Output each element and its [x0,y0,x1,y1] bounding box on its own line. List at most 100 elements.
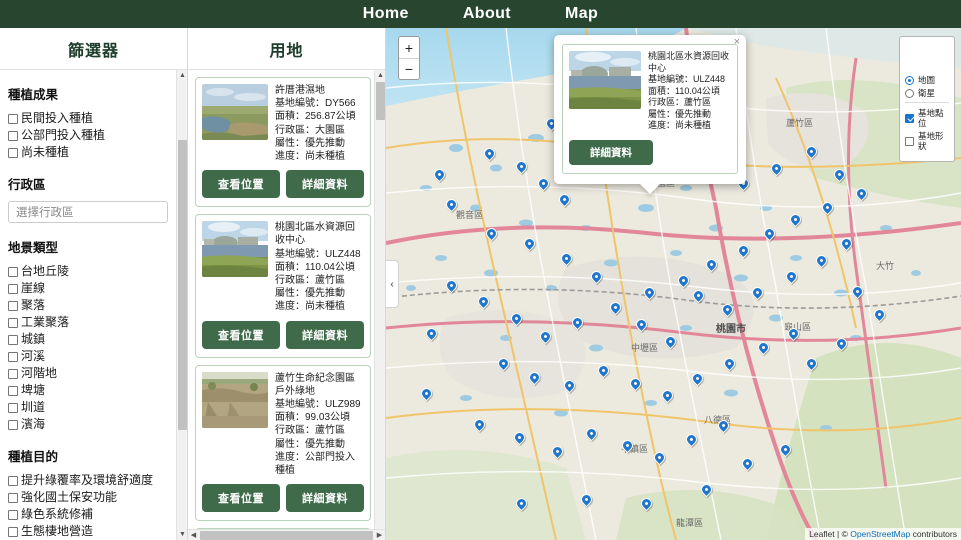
checkbox-icon[interactable] [8,130,18,141]
checkbox-icon[interactable] [8,385,18,396]
scroll-down-icon[interactable]: ▼ [177,529,187,540]
checkbox-icon[interactable] [8,334,18,345]
land-card-attribute: 優先推動 [305,438,345,450]
checkbox-icon[interactable] [8,283,18,294]
checkbox-icon[interactable] [905,136,914,146]
popup-area-label: 面積 [648,85,667,96]
zoom-in-button[interactable]: + [399,37,419,58]
filter-checkbox-pond[interactable]: 埤塘 [8,383,177,398]
filter-option-label: 城鎮 [21,332,46,346]
filter-checkbox-green-system-repair[interactable]: 綠色系統修補 [8,507,177,522]
filter-checkbox-cliff-line[interactable]: 崖線 [8,281,177,296]
openstreetmap-link[interactable]: OpenStreetMap [850,529,910,539]
map-container[interactable]: 大園區 大竹 桃園市 龜山區 中壢區 八德區 平鎮區 蘆竹區 觀音區 龍潭區 +… [386,28,961,540]
checkbox-icon[interactable] [8,300,18,311]
land-card-district: 蘆竹區 [315,275,345,287]
checkbox-icon[interactable] [8,266,18,277]
filter-checkbox-public-planting[interactable]: 公部門投入種植 [8,128,177,143]
district-select[interactable]: 選擇行政區 [8,201,168,223]
map-zoom-control[interactable]: + − [398,36,420,80]
checkbox-icon[interactable] [8,351,18,362]
land-card[interactable]: 許厝港濕地 基地編號：DY566 面積：256.87公頃 行政區：大園區 屬性：… [195,77,371,208]
checkbox-icon[interactable] [8,113,18,124]
checkbox-icon[interactable] [905,113,914,123]
land-card-actions: 查看位置 詳細資料 [202,484,364,513]
map-label: 龍潭區 [676,518,704,528]
scrollbar-thumb[interactable] [376,82,385,120]
nav-link-about[interactable]: About [463,0,511,28]
popup-attribute-label: 屬性 [648,108,667,119]
filter-panel: 篩選器 種植成果 民間投入種植 公部門投入種植 尚未種植 行政區 選擇行政區 地… [0,28,188,540]
view-location-button[interactable]: 查看位置 [202,170,280,199]
checkbox-icon[interactable] [8,509,18,520]
layer-control-divider [905,102,949,103]
panel-collapse-handle[interactable]: ‹ [386,260,399,308]
scrollbar-thumb[interactable] [200,531,373,540]
view-location-button[interactable]: 查看位置 [202,484,280,513]
land-card-area-label: 面積 [275,261,295,273]
basemap-radio-satellite[interactable]: 衛星 [905,88,949,98]
view-detail-button[interactable]: 詳細資料 [286,484,364,513]
checkbox-icon[interactable] [8,419,18,430]
land-list-horizontal-scrollbar[interactable]: ◀ ▶ [188,529,385,540]
radio-icon[interactable] [905,75,914,85]
overlay-checkbox-site-shapes[interactable]: 基地形狀 [905,131,949,151]
scroll-up-icon[interactable]: ▲ [177,70,187,81]
filter-panel-scrollbar[interactable]: ▲ ▼ [176,70,187,540]
scroll-up-icon[interactable]: ▲ [375,70,385,81]
filter-checkbox-canal[interactable]: 圳道 [8,400,177,415]
view-detail-button[interactable]: 詳細資料 [286,320,364,349]
checkbox-icon[interactable] [8,147,18,158]
filter-option-label: 綠色系統修補 [21,507,94,521]
land-card-name: 蘆竹生命紀念園區戶外綠地 [275,372,355,397]
filter-checkbox-coastal[interactable]: 濱海 [8,417,177,432]
top-navbar: Home About Map [0,0,961,28]
view-location-button[interactable]: 查看位置 [202,320,280,349]
filter-checkbox-industrial-settlement[interactable]: 工業聚落 [8,315,177,330]
checkbox-icon[interactable] [8,368,18,379]
checkbox-icon[interactable] [8,526,18,537]
land-card-area-label: 面積 [275,412,295,424]
filter-checkbox-not-planted[interactable]: 尚未種植 [8,145,177,160]
scroll-right-icon[interactable]: ▶ [374,530,385,540]
zoom-out-button[interactable]: − [399,58,419,79]
land-list-scrollbar[interactable]: ▲ ▼ [374,70,385,540]
overlay-label: 基地點位 [918,108,944,128]
filter-group-title-planting-result: 種植成果 [8,88,59,102]
basemap-radio-map[interactable]: 地圖 [905,75,949,85]
land-card[interactable]: 蘆竹生命紀念園區戶外綠地 基地編號：ULZ989 面積：99.03公頃 行政區：… [195,364,371,522]
checkbox-icon[interactable] [8,492,18,503]
land-card-name: 許厝港濕地 [275,85,325,96]
filter-checkbox-town[interactable]: 城鎮 [8,332,177,347]
nav-link-home[interactable]: Home [363,0,409,28]
map-popup[interactable]: × 桃園北區水資源回收中心 基地編號：ULZ448 面積：110.04公頃 行政… [554,35,746,184]
checkbox-icon[interactable] [8,317,18,328]
filter-checkbox-private-planting[interactable]: 民間投入種植 [8,111,177,126]
nav-link-map[interactable]: Map [565,0,598,28]
filter-group-title-district: 行政區 [8,178,46,192]
checkbox-icon[interactable] [8,402,18,413]
filter-checkbox-terrace-hill[interactable]: 台地丘陵 [8,264,177,279]
filter-checkbox-habitat-creation[interactable]: 生態棲地營造 [8,524,177,539]
popup-detail-button[interactable]: 詳細資料 [569,139,653,165]
close-icon[interactable]: × [734,37,740,48]
filter-checkbox-river-terrace[interactable]: 河階地 [8,366,177,381]
land-card[interactable]: 桃園北區水資源回收中心 基地編號：ULZ448 面積：110.04公頃 行政區：… [195,214,371,358]
filter-checkbox-green-coverage[interactable]: 提升綠覆率及環境舒適度 [8,473,177,488]
map-popup-inner: 桃園北區水資源回收中心 基地編號：ULZ448 面積：110.04公頃 行政區：… [562,44,738,174]
filter-checkbox-river-stream[interactable]: 河溪 [8,349,177,364]
view-detail-button[interactable]: 詳細資料 [286,170,364,199]
filter-option-label: 聚落 [21,298,46,312]
land-card-progress-label: 進度 [275,451,295,463]
map-layer-control[interactable]: 地圖 衛星 基地點位 基地形狀 [899,36,955,162]
scroll-left-icon[interactable]: ◀ [188,530,199,540]
filter-option-label: 生態棲地營造 [21,524,94,538]
overlay-checkbox-site-points[interactable]: 基地點位 [905,108,949,128]
radio-icon[interactable] [905,88,914,98]
checkbox-icon[interactable] [8,475,18,486]
popup-district: 蘆竹區 [684,97,712,107]
land-card-district-label: 行政區 [275,124,305,136]
filter-checkbox-settlement[interactable]: 聚落 [8,298,177,313]
filter-checkbox-land-conservation[interactable]: 強化國土保安功能 [8,490,177,505]
scrollbar-thumb[interactable] [178,140,187,430]
